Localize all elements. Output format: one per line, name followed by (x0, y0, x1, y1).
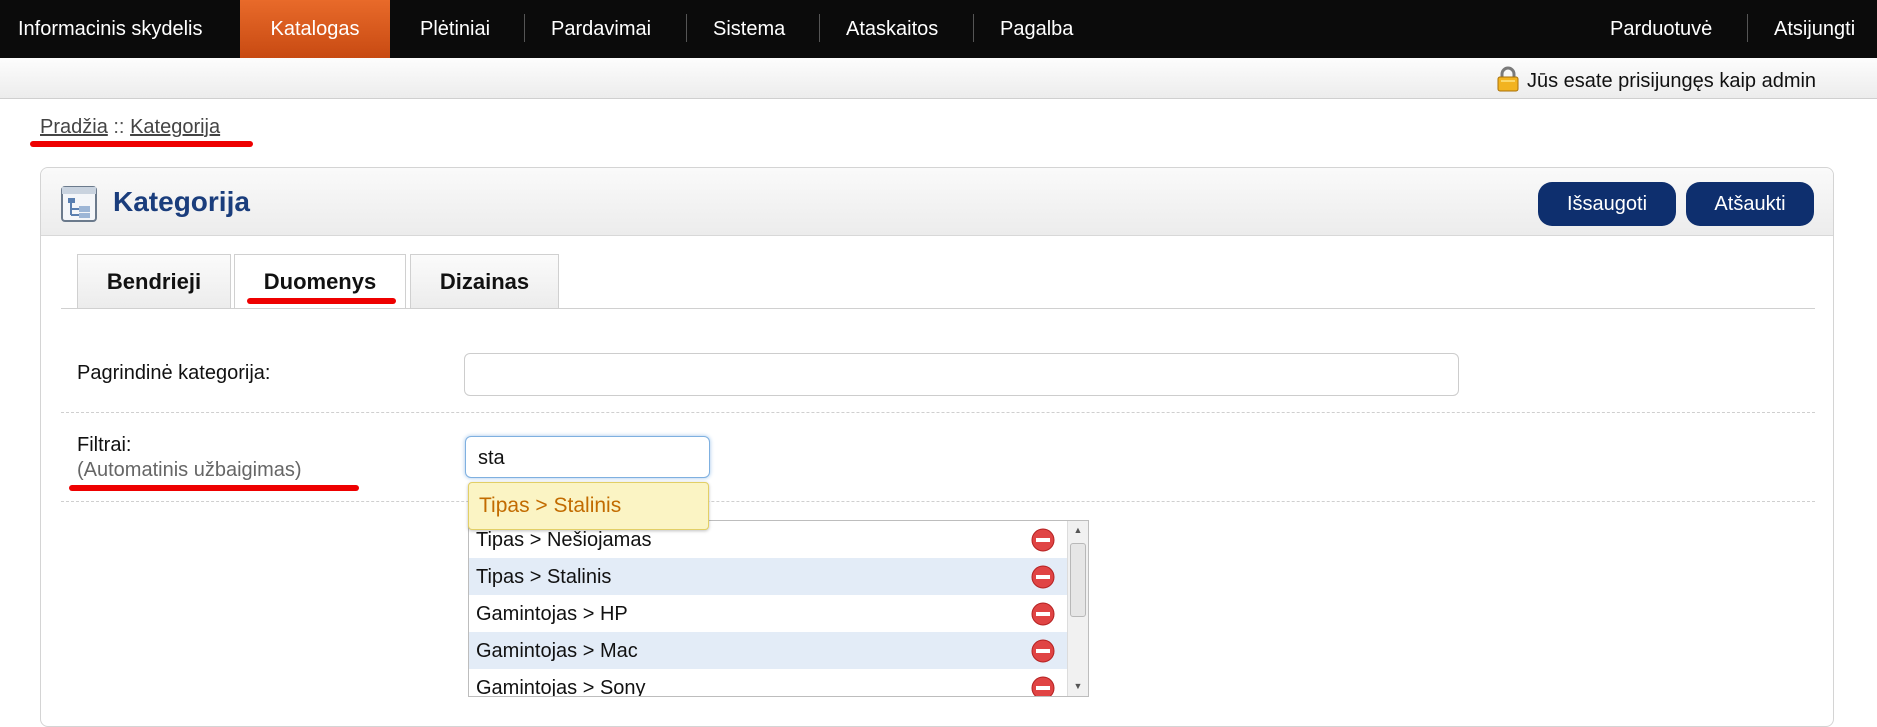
tab-general[interactable]: Bendrieji (77, 254, 231, 308)
list-item: Gamintojas > Sony (469, 669, 1067, 697)
row-divider (61, 412, 1815, 413)
category-tree-icon (61, 186, 97, 222)
nav-separator (973, 14, 974, 42)
breadcrumb-category-link[interactable]: Kategorija (130, 116, 220, 138)
list-item: Gamintojas > HP (469, 595, 1067, 632)
autocomplete-suggestion[interactable]: Tipas > Stalinis (468, 482, 709, 530)
nav-reports[interactable]: Ataskaitos (846, 0, 938, 58)
panel-title: Kategorija (113, 186, 250, 217)
save-button[interactable]: Išsaugoti (1538, 182, 1676, 226)
nav-catalog[interactable]: Katalogas (240, 0, 390, 58)
list-item: Tipas > Stalinis (469, 558, 1067, 595)
tab-divider (61, 308, 1815, 309)
nav-separator (524, 14, 525, 42)
annotation-underline (69, 485, 359, 491)
nav-store[interactable]: Parduotuvė (1610, 0, 1712, 58)
filters-input-value: sta (478, 447, 505, 469)
row-divider (61, 501, 1815, 502)
filter-item-label: Tipas > Stalinis (476, 566, 612, 588)
filters-label: Filtrai: (77, 434, 132, 456)
nav-system[interactable]: Sistema (713, 0, 785, 58)
nav-separator (819, 14, 820, 42)
filter-item-label: Gamintojas > HP (476, 603, 628, 625)
remove-circle-icon[interactable] (1031, 676, 1055, 697)
breadcrumb-home-link[interactable]: Pradžia (40, 116, 108, 138)
filters-input[interactable]: sta (465, 436, 710, 478)
list-item: Gamintojas > Mac (469, 632, 1067, 669)
breadcrumb: Pradžia :: Kategorija (40, 116, 220, 139)
filter-item-label: Gamintojas > Sony (476, 677, 646, 697)
autocomplete-suggestion-text: Tipas > Stalinis (479, 494, 622, 517)
breadcrumb-separator: :: (113, 116, 125, 138)
nav-sales[interactable]: Pardavimai (551, 0, 651, 58)
annotation-underline (247, 298, 396, 304)
nav-logout[interactable]: Atsijungti (1774, 0, 1855, 58)
annotation-underline (30, 141, 253, 147)
selected-filters-list: Tipas > Nešiojamas Tipas > Stalinis Gami… (468, 520, 1089, 697)
remove-circle-icon[interactable] (1031, 528, 1055, 552)
nav-separator (686, 14, 687, 42)
remove-circle-icon[interactable] (1031, 639, 1055, 663)
logged-in-text: Jūs esate prisijungęs kaip admin (1527, 70, 1817, 92)
cancel-button[interactable]: Atšaukti (1686, 182, 1814, 226)
lock-icon (1497, 66, 1519, 92)
scrollbar-thumb[interactable] (1070, 543, 1086, 617)
scroll-up-arrow-icon[interactable]: ▲ (1072, 523, 1084, 537)
remove-circle-icon[interactable] (1031, 602, 1055, 626)
filter-item-label: Tipas > Nešiojamas (476, 529, 652, 551)
filter-item-label: Gamintojas > Mac (476, 640, 638, 662)
nav-extensions[interactable]: Plėtiniai (420, 0, 490, 58)
nav-help[interactable]: Pagalba (1000, 0, 1073, 58)
nav-separator (1747, 14, 1748, 42)
nav-dashboard[interactable]: Informacinis skydelis (18, 0, 203, 58)
list-scrollbar[interactable]: ▲ ▼ (1067, 521, 1088, 696)
tab-design[interactable]: Dizainas (410, 254, 559, 308)
parent-category-label: Pagrindinė kategorija: (77, 362, 271, 384)
remove-circle-icon[interactable] (1031, 565, 1055, 589)
scroll-down-arrow-icon[interactable]: ▼ (1072, 679, 1084, 693)
filters-help-text: (Automatinis užbaigimas) (77, 459, 302, 481)
parent-category-input[interactable] (464, 353, 1459, 396)
